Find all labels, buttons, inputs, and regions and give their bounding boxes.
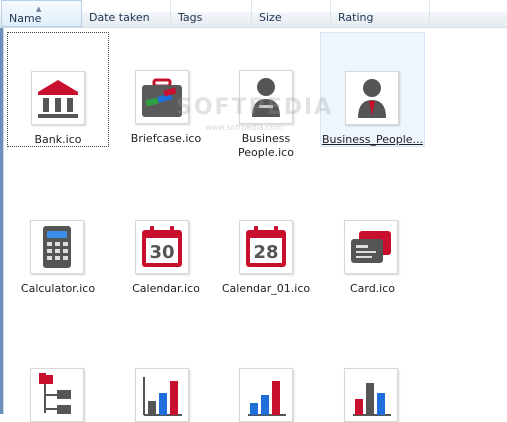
column-header-date-taken[interactable]: Date taken (82, 0, 171, 27)
file-name: Business People.ico (238, 132, 294, 159)
file-item-business-people-2[interactable]: Business_People... (320, 32, 425, 147)
file-name: Bank.ico (34, 133, 82, 146)
calendar-day-number: 28 (253, 242, 278, 263)
file-item-calculator[interactable]: Calculator.ico (7, 214, 109, 304)
column-header-tags[interactable]: Tags (171, 0, 252, 27)
column-header-rating[interactable]: Rating (331, 0, 430, 27)
card-icon (344, 220, 398, 274)
watermark-url: www.softpedia.com (205, 123, 284, 132)
column-header-label: Date taken (89, 11, 150, 24)
file-name: Briefcase.ico (130, 132, 202, 145)
column-header-label: Size (259, 11, 282, 24)
file-item-chart-3[interactable] (320, 362, 425, 422)
column-header-bar: ▲ Name Date taken Tags Size Rating (0, 0, 507, 28)
calendar-day-number: 30 (149, 242, 174, 263)
calculator-icon (30, 220, 84, 274)
file-name: Calendar_01.ico (221, 282, 311, 295)
file-item-chart-2[interactable] (215, 362, 317, 422)
calendar-icon: 30 (135, 220, 189, 274)
file-item-card[interactable]: Card.ico (320, 214, 425, 304)
file-name: Card.ico (349, 282, 396, 295)
column-header-size[interactable]: Size (252, 0, 331, 27)
sort-ascending-icon: ▲ (36, 5, 42, 13)
file-name: Business_People... (321, 133, 424, 146)
file-item-chart[interactable] (115, 362, 217, 422)
calendar-icon: 28 (239, 220, 293, 274)
column-header-label: Rating (338, 11, 374, 24)
file-item-bank[interactable]: Bank.ico (7, 32, 109, 147)
pane-left-border (0, 28, 4, 414)
file-name: Calendar.ico (132, 282, 200, 295)
column-header-name[interactable]: ▲ Name (1, 0, 82, 27)
column-header-label: Tags (178, 11, 203, 24)
watermark-logo: SOFTPEDIA (176, 95, 334, 120)
file-item-calendar[interactable]: 30 Calendar.ico (115, 214, 217, 304)
businessman-icon (345, 71, 399, 125)
bank-icon (31, 71, 85, 125)
file-item-calendar-01[interactable]: 28 Calendar_01.ico (215, 214, 317, 304)
file-name: Calculator.ico (20, 282, 96, 295)
file-item-folder-tree[interactable] (7, 362, 109, 422)
